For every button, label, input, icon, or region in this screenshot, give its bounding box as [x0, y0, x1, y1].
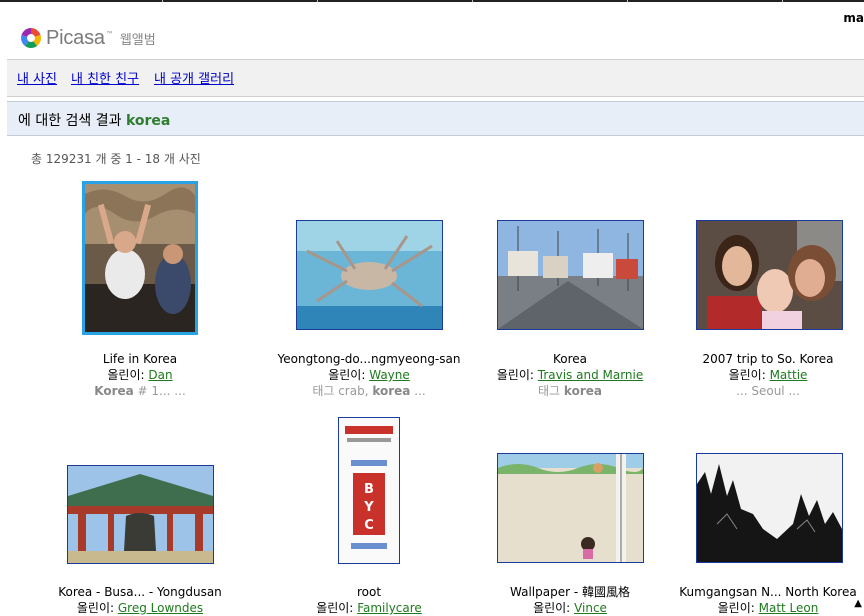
by-label: 올린이: [316, 601, 354, 615]
photo-author-link[interactable]: Travis and Marnie [538, 368, 644, 382]
results-title: 에 대한 검색 결과 korea [18, 110, 170, 130]
photo-byc-ad: B Y C [339, 418, 399, 563]
svg-text:Y: Y [363, 500, 374, 515]
photo-title[interactable]: Korea [470, 351, 670, 367]
by-label: 올린이: [728, 368, 766, 382]
results-header: 에 대한 검색 결과 korea [7, 101, 864, 136]
by-label: 올린이: [76, 601, 115, 615]
photo-crab [297, 221, 442, 329]
photo-title[interactable]: Yeongtong-do...ngmyeong-san [269, 351, 469, 367]
photo-caption: Wallpaper - 韓國風格 올린이: Vince [470, 584, 670, 616]
photo-meta: ... Seoul ... [736, 384, 800, 398]
brand-name: Picasa [46, 26, 105, 49]
nav-public-gallery[interactable]: 내 공개 갤러리 [154, 68, 234, 87]
photo-caption: Life in Korea 올린이: Dan Korea # 1... ... [40, 351, 240, 399]
search-query: korea [125, 113, 171, 129]
photo-author-link[interactable]: Matt Leon [759, 601, 819, 615]
photo-caption: Kumgangsan N... North Korea 올린이: Matt Le… [668, 584, 864, 616]
photo-title[interactable]: Korea - Busa... - Yongdusan [40, 584, 240, 600]
photo-thumbnail[interactable] [696, 453, 843, 563]
photo-thumbnail[interactable] [296, 220, 443, 330]
mouse-cursor-icon: ▲ [854, 598, 862, 609]
photo-caption: Korea - Busa... - Yongdusan 올린이: Greg Lo… [40, 584, 240, 616]
photo-meta: 태그 korea [538, 384, 602, 398]
photo-thumbnail[interactable] [67, 465, 214, 564]
photo-caption: root 올린이: Familycare [269, 584, 469, 616]
by-label: 올린이: [328, 368, 366, 382]
photo-bell-pavilion [68, 466, 213, 563]
nav-bar: 내 사진 내 친한 친구 내 공개 갤러리 [7, 59, 864, 97]
by-label: 올린이: [496, 368, 534, 382]
photo-family [697, 221, 842, 329]
picasa-logo[interactable]: Picasa ™ 웹앨범 [20, 26, 156, 50]
photo-wallpaper [498, 454, 643, 562]
results-title-prefix: 에 대한 검색 결과 [18, 113, 122, 129]
photo-life-in-korea [85, 184, 195, 332]
photo-meta: Korea # 1... ... [94, 384, 186, 398]
photo-title[interactable]: Life in Korea [40, 351, 240, 367]
results-count: 총 129231 개 중 1 - 18 개 사진 [31, 152, 201, 166]
by-label: 올린이: [533, 601, 571, 615]
photo-title[interactable]: Wallpaper - 韓國風格 [470, 584, 670, 600]
photo-meta: 태그 crab, korea ... [312, 384, 426, 398]
top-border [0, 0, 864, 2]
photo-mountains [697, 454, 842, 562]
photo-flags-pier [498, 221, 643, 329]
svg-text:B: B [364, 482, 374, 497]
by-label: 올린이: [717, 601, 755, 615]
photo-author-link[interactable]: Greg Lowndes [118, 601, 203, 615]
photo-author-link[interactable]: Wayne [369, 368, 410, 382]
photo-thumbnail[interactable] [497, 453, 644, 563]
photo-title[interactable]: root [269, 584, 469, 600]
photo-author-link[interactable]: Vince [574, 601, 607, 615]
photo-caption: Yeongtong-do...ngmyeong-san 올린이: Wayne 태… [269, 351, 469, 399]
product-subtitle: 웹앨범 [119, 32, 156, 48]
nav-my-friends[interactable]: 내 친한 친구 [71, 68, 139, 87]
photo-thumbnail[interactable] [696, 220, 843, 330]
by-label: 올린이: [107, 368, 145, 382]
user-name[interactable]: ma [843, 11, 864, 25]
photo-title[interactable]: 2007 trip to So. Korea [668, 351, 864, 367]
photo-title[interactable]: Kumgangsan N... North Korea [668, 584, 864, 600]
photo-thumbnail[interactable] [497, 220, 644, 330]
photo-author-link[interactable]: Dan [148, 368, 172, 382]
svg-text:C: C [364, 518, 374, 533]
photo-caption: Korea 올린이: Travis and Marnie 태그 korea [470, 351, 670, 399]
nav-my-photos[interactable]: 내 사진 [17, 68, 57, 87]
photo-caption: 2007 trip to So. Korea 올린이: Mattie ... S… [668, 351, 864, 399]
photo-author-link[interactable]: Familycare [357, 601, 422, 615]
picasa-pinwheel-icon [21, 28, 41, 48]
photo-thumbnail[interactable]: B Y C [338, 417, 400, 564]
photo-author-link[interactable]: Mattie [770, 368, 808, 382]
trademark: ™ [105, 29, 114, 39]
photo-thumbnail[interactable] [82, 181, 198, 335]
